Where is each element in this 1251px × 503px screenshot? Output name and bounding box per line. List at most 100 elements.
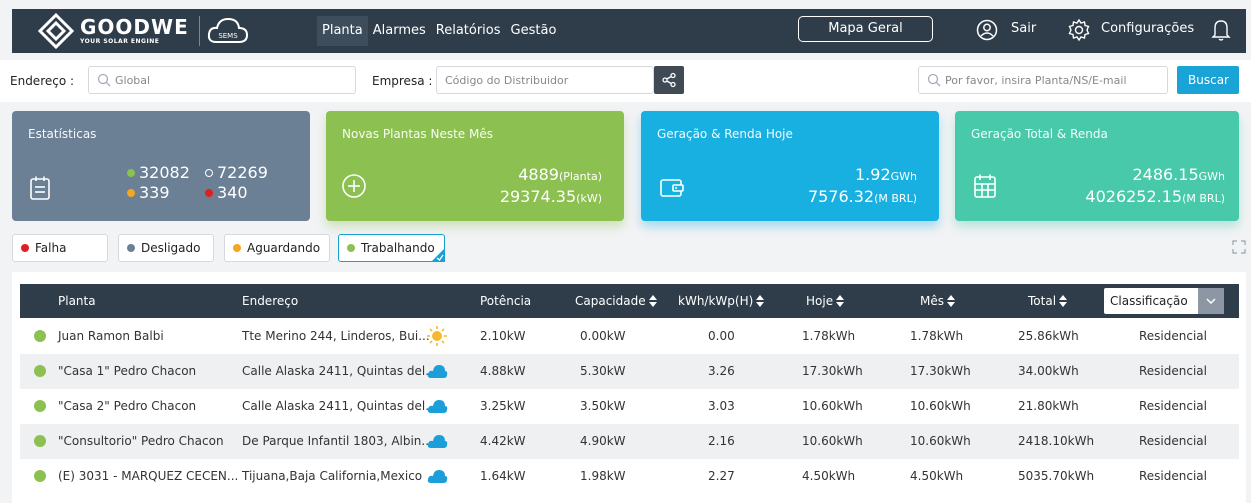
cell-today: 10.60kWh bbox=[802, 399, 863, 413]
calendar-grid-icon bbox=[974, 174, 996, 198]
cell-power: 1.64kW bbox=[480, 469, 526, 483]
col-mes-label: Mês bbox=[920, 294, 944, 308]
cell-capacity: 0.00kW bbox=[580, 329, 626, 343]
new-plants-count-row: 4889(Planta) bbox=[518, 165, 602, 184]
today-income-row: 7576.32(M BRL) bbox=[808, 187, 917, 206]
sems-label: SEMS bbox=[218, 32, 238, 40]
cell-address: Calle Alaska 2411, Quintas del... bbox=[242, 364, 437, 378]
cell-power: 4.42kW bbox=[480, 434, 526, 448]
offline-dot bbox=[127, 244, 135, 252]
share-icon bbox=[662, 72, 676, 88]
nav-gestao[interactable]: Gestão bbox=[506, 16, 562, 46]
table-row[interactable]: "Casa 2" Pedro Chacon Calle Alaska 2411, … bbox=[20, 389, 1239, 424]
cell-plant[interactable]: "Casa 2" Pedro Chacon bbox=[58, 399, 196, 413]
cell-total: 34.00kWh bbox=[1018, 364, 1079, 378]
cell-power: 2.10kW bbox=[480, 329, 526, 343]
plants-table: Planta Endereço Potência Capacidade kWh/… bbox=[12, 272, 1246, 503]
today-card-title: Geração & Renda Hoje bbox=[657, 127, 793, 141]
search-icon bbox=[97, 73, 111, 87]
col-endereco[interactable]: Endereço bbox=[242, 294, 298, 308]
goodwe-diamond-icon bbox=[38, 13, 74, 49]
stat-working-count: 32082 bbox=[139, 163, 190, 182]
status-dot bbox=[34, 365, 46, 377]
cell-total: 2418.10kWh bbox=[1018, 434, 1095, 448]
cell-plant[interactable]: "Casa 1" Pedro Chacon bbox=[58, 364, 196, 378]
map-overview-button[interactable]: Mapa Geral bbox=[798, 16, 933, 42]
settings-link[interactable]: Configurações bbox=[1101, 21, 1194, 36]
cell-total: 21.80kWh bbox=[1018, 399, 1079, 413]
cell-plant[interactable]: "Consultorio" Pedro Chacon bbox=[58, 434, 224, 448]
col-potencia[interactable]: Potência bbox=[480, 294, 531, 308]
cell-ratio: 3.26 bbox=[708, 364, 735, 378]
col-planta[interactable]: Planta bbox=[58, 294, 96, 308]
col-total[interactable]: Total bbox=[1028, 294, 1068, 308]
table-row[interactable]: "Consultorio" Pedro Chacon De Parque Infa… bbox=[20, 424, 1239, 459]
cell-address: De Parque Infantil 1803, Albin... bbox=[242, 434, 433, 448]
goodwe-logo[interactable]: GOODWE YOUR SOLAR ENGINE SEMS bbox=[38, 13, 250, 49]
col-hoje[interactable]: Hoje bbox=[806, 294, 845, 308]
cell-address: Tte Merino 244, Linderos, Bui... bbox=[242, 329, 430, 343]
waiting-dot bbox=[127, 189, 135, 197]
cell-today: 1.78kWh bbox=[802, 329, 856, 343]
share-button[interactable] bbox=[654, 66, 684, 94]
brand-tagline: YOUR SOLAR ENGINE bbox=[80, 38, 160, 45]
nav-alarmes[interactable]: Alarmes bbox=[368, 16, 431, 46]
filter-falha-label: Falha bbox=[35, 241, 67, 255]
search-button[interactable]: Buscar bbox=[1177, 66, 1239, 94]
plant-search-input[interactable]: Por favor, insira Planta/NS/E-mail bbox=[918, 66, 1168, 94]
table-row[interactable]: (E) 3031 - MARQUEZ CECEN... Tijuana,Baja … bbox=[20, 459, 1239, 494]
filter-falha[interactable]: Falha bbox=[12, 234, 108, 262]
status-dot bbox=[34, 435, 46, 447]
company-placeholder: Código do Distribuidor bbox=[445, 73, 569, 87]
filter-aguardando[interactable]: Aguardando bbox=[224, 234, 330, 262]
user-icon[interactable] bbox=[976, 19, 998, 41]
address-input[interactable]: Global bbox=[88, 66, 356, 94]
logout-link[interactable]: Sair bbox=[1011, 21, 1036, 36]
total-income-unit: (M BRL) bbox=[1182, 192, 1225, 205]
nav-planta[interactable]: Planta bbox=[317, 16, 368, 46]
filter-trabalhando[interactable]: Trabalhando bbox=[338, 234, 445, 262]
fault-dot bbox=[205, 189, 213, 197]
bell-icon[interactable] bbox=[1211, 18, 1231, 42]
expand-icon[interactable] bbox=[1232, 240, 1246, 254]
sort-icon bbox=[648, 295, 657, 307]
cell-today: 17.30kWh bbox=[802, 364, 863, 378]
classification-select-label: Classificação bbox=[1110, 294, 1188, 308]
waiting-dot bbox=[233, 244, 241, 252]
today-income-unit: (M BRL) bbox=[874, 192, 917, 205]
filter-desligado[interactable]: Desligado bbox=[118, 234, 214, 262]
chevron-down-icon bbox=[1198, 288, 1224, 314]
cell-ratio: 3.03 bbox=[708, 399, 735, 413]
cell-capacity: 1.98kW bbox=[580, 469, 626, 483]
nav-relatorios[interactable]: Relatórios bbox=[431, 16, 506, 46]
status-dot bbox=[34, 330, 46, 342]
company-label: Empresa : bbox=[372, 74, 433, 88]
col-mes[interactable]: Mês bbox=[920, 294, 955, 308]
col-capacidade-label: Capacidade bbox=[575, 294, 646, 308]
table-row[interactable]: Juan Ramon Balbi Tte Merino 244, Linderos… bbox=[20, 319, 1239, 354]
classification-select[interactable]: Classificação bbox=[1104, 288, 1224, 314]
cell-capacity: 5.30kW bbox=[580, 364, 626, 378]
filter-trabalhando-label: Trabalhando bbox=[361, 241, 435, 255]
cell-plant[interactable]: (E) 3031 - MARQUEZ CECEN... bbox=[58, 469, 238, 483]
gear-icon[interactable] bbox=[1067, 18, 1091, 42]
col-kwh-kwp[interactable]: kWh/kWp(H) bbox=[678, 294, 765, 308]
new-plants-power-unit: (kW) bbox=[576, 192, 602, 205]
table-row[interactable]: "Casa 1" Pedro Chacon Calle Alaska 2411, … bbox=[20, 354, 1239, 389]
cell-month: 10.60kWh bbox=[910, 434, 971, 448]
stats-card: Estatísticas 32082 72269 339 340 bbox=[12, 111, 310, 221]
col-capacidade[interactable]: Capacidade bbox=[575, 294, 657, 308]
stat-waiting-count: 339 bbox=[139, 183, 170, 202]
filter-bar: Endereço : Global Empresa : Código do Di… bbox=[0, 60, 1251, 102]
cell-plant[interactable]: Juan Ramon Balbi bbox=[58, 329, 164, 343]
cell-today: 10.60kWh bbox=[802, 434, 863, 448]
company-input[interactable]: Código do Distribuidor bbox=[436, 66, 654, 94]
cloud-icon bbox=[427, 435, 448, 448]
sort-icon bbox=[836, 295, 845, 307]
filter-aguardando-label: Aguardando bbox=[247, 241, 321, 255]
sort-icon bbox=[756, 295, 765, 307]
offline-ring-dot bbox=[205, 169, 213, 177]
cell-power: 4.88kW bbox=[480, 364, 526, 378]
cell-power: 3.25kW bbox=[480, 399, 526, 413]
working-dot bbox=[127, 169, 135, 177]
